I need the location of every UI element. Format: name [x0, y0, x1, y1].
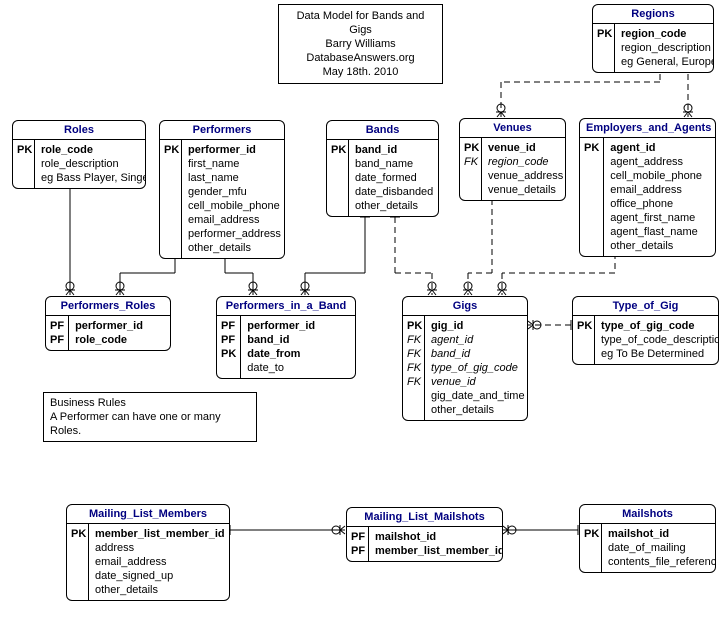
attr: email_address [95, 555, 225, 569]
attr: member_list_member_id [375, 544, 503, 558]
entity-roles: Roles PK role_code role_description eg B… [12, 120, 146, 189]
diagram-title-box: Data Model for Bands and Gigs Barry Will… [278, 4, 443, 84]
business-rules-note: Business Rules A Performer can have one … [43, 392, 257, 442]
entity-title: Regions [593, 5, 713, 24]
entity-title: Gigs [403, 297, 527, 316]
entity-performers: Performers PK performer_id first_name la… [159, 120, 285, 259]
attr: type_of_gig_code [601, 319, 719, 333]
note-title: Business Rules [50, 396, 250, 410]
attr: date_of_mailing [608, 541, 716, 555]
attr: last_name [188, 171, 281, 185]
attr: agent_id [431, 333, 525, 347]
attr: band_id [355, 143, 433, 157]
attr: email_address [610, 183, 709, 197]
attr: mailshot_id [608, 527, 716, 541]
attr: eg Bass Player, Singer [41, 171, 146, 185]
entity-performers-in-band: Performers_in_a_Band PFPFPK performer_id… [216, 296, 356, 379]
attr: venue_id [431, 375, 525, 389]
entity-title: Performers_in_a_Band [217, 297, 355, 316]
title-line: Data Model for Bands and Gigs [289, 9, 432, 37]
entity-mailing-list-mailshots: Mailing_List_Mailshots PFPF mailshot_id … [346, 507, 503, 562]
title-line: DatabaseAnswers.org [289, 51, 432, 65]
entity-bands: Bands PK band_id band_name date_formed d… [326, 120, 439, 217]
attr: cell_mobile_phone [188, 199, 281, 213]
entity-mailshots: Mailshots PK mailshot_id date_of_mailing… [579, 504, 716, 573]
attr: other_details [355, 199, 433, 213]
attr: type_of_code_description [601, 333, 719, 347]
attr: eg To Be Determined [601, 347, 719, 361]
entity-mailing-list-members: Mailing_List_Members PK member_list_memb… [66, 504, 230, 601]
entity-title: Mailing_List_Members [67, 505, 229, 524]
entity-title: Performers [160, 121, 284, 140]
attr: role_code [75, 333, 164, 347]
attr: performer_address [188, 227, 281, 241]
attr: date_disbanded [355, 185, 433, 199]
attr: gig_date_and_time [431, 389, 525, 403]
attr: eg General, Europe [621, 55, 714, 69]
entity-regions: Regions PK region_code region_descriptio… [592, 4, 714, 73]
attr: role_description [41, 157, 146, 171]
attr: venue_id [488, 141, 563, 155]
attr: venue_details [488, 183, 563, 197]
attr: date_to [247, 361, 349, 375]
attr: email_address [188, 213, 281, 227]
attr: other_details [188, 241, 281, 255]
attr: date_formed [355, 171, 433, 185]
attr: other_details [431, 403, 525, 417]
attr: office_phone [610, 197, 709, 211]
title-line: May 18th. 2010 [289, 65, 432, 79]
attr: date_from [247, 347, 349, 361]
entity-title: Mailshots [580, 505, 715, 524]
title-line: Barry Williams [289, 37, 432, 51]
attr: performer_id [247, 319, 349, 333]
attr: gig_id [431, 319, 525, 333]
entity-employers-agents: Employers_and_Agents PK agent_id agent_a… [579, 118, 716, 257]
attr: gender_mfu [188, 185, 281, 199]
attr: region_code [488, 155, 563, 169]
attr: band_name [355, 157, 433, 171]
attr: mailshot_id [375, 530, 503, 544]
attr: performer_id [75, 319, 164, 333]
attr: contents_file_reference [608, 555, 716, 569]
attr: type_of_gig_code [431, 361, 525, 375]
attr: region_description [621, 41, 714, 55]
attr: other_details [610, 239, 709, 253]
attr: date_signed_up [95, 569, 225, 583]
attr: role_code [41, 143, 146, 157]
entity-gigs: Gigs PK FK FK FK FK gig_id agent_id band… [402, 296, 528, 421]
entity-title: Type_of_Gig [573, 297, 718, 316]
entity-title: Venues [460, 119, 565, 138]
attr: agent_id [610, 141, 709, 155]
entity-title: Bands [327, 121, 438, 140]
attr: member_list_member_id [95, 527, 225, 541]
attr: agent_flast_name [610, 225, 709, 239]
entity-title: Employers_and_Agents [580, 119, 715, 138]
entity-venues: Venues PK FK venue_id region_code venue_… [459, 118, 566, 201]
entity-title: Roles [13, 121, 145, 140]
attr: band_id [247, 333, 349, 347]
note-rule: A Performer can have one or many Roles. [50, 410, 250, 438]
entity-title: Performers_Roles [46, 297, 170, 316]
attr: first_name [188, 157, 281, 171]
attr: venue_address [488, 169, 563, 183]
entity-performers-roles: Performers_Roles PFPF performer_id role_… [45, 296, 171, 351]
entity-type-of-gig: Type_of_Gig PK type_of_gig_code type_of_… [572, 296, 719, 365]
attr: agent_address [610, 155, 709, 169]
attr: band_id [431, 347, 525, 361]
attr: cell_mobile_phone [610, 169, 709, 183]
attr: performer_id [188, 143, 281, 157]
attr: other_details [95, 583, 225, 597]
attr: agent_first_name [610, 211, 709, 225]
attr: address [95, 541, 225, 555]
entity-title: Mailing_List_Mailshots [347, 508, 502, 527]
attr: region_code [621, 27, 714, 41]
